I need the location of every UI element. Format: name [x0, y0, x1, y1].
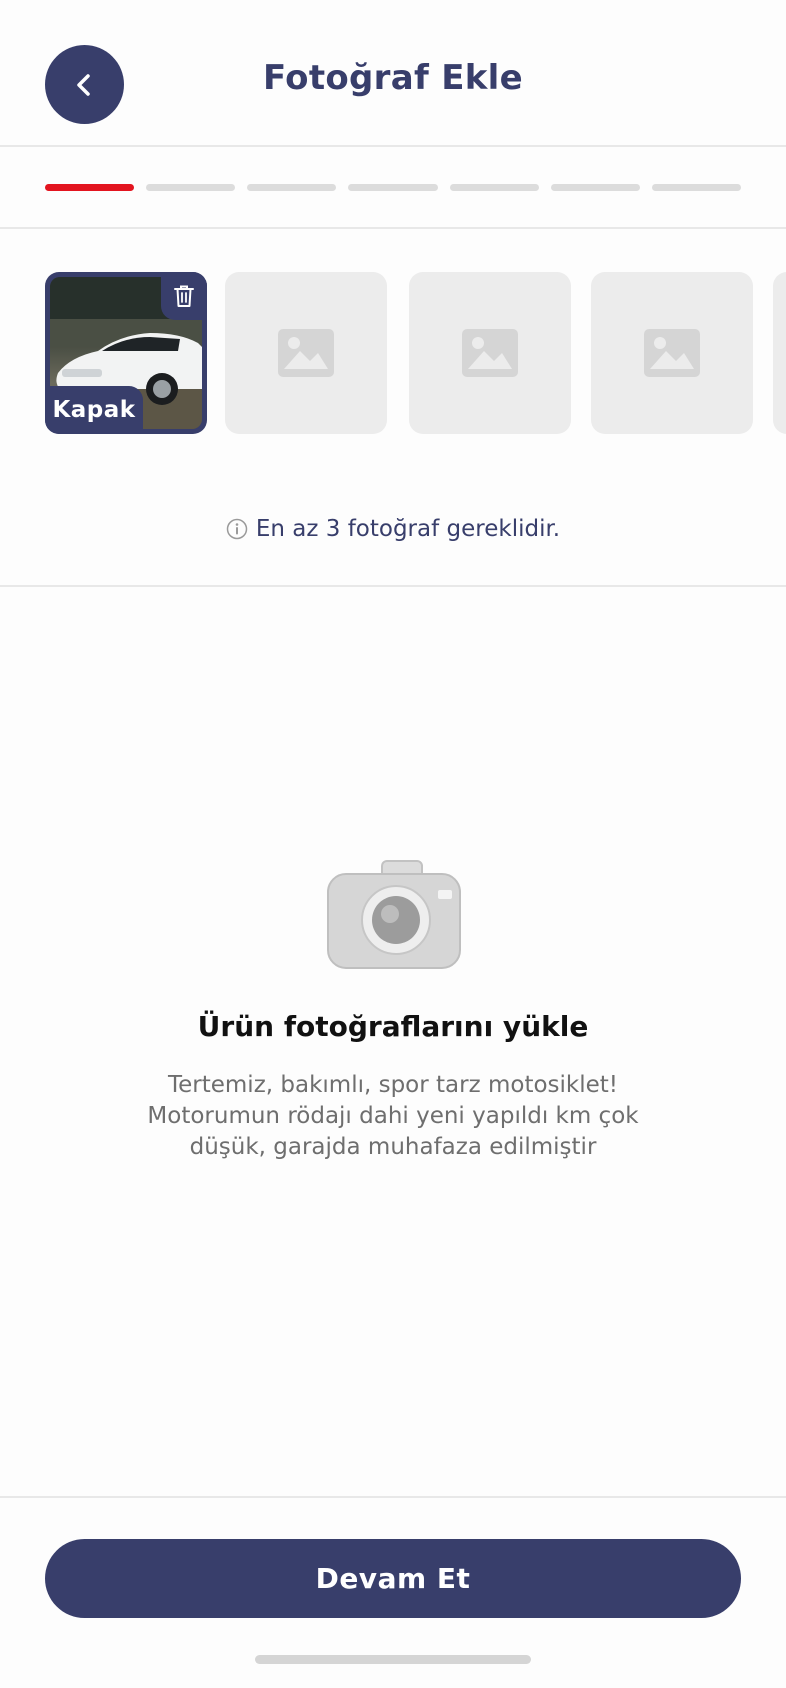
step-segment: [449, 184, 539, 191]
image-icon: [278, 329, 334, 377]
photo-slot-empty[interactable]: [225, 272, 387, 434]
step-progress: [45, 184, 741, 192]
requirement-note: En az 3 fotoğraf gereklidir.: [0, 516, 786, 542]
trash-icon: [174, 285, 194, 307]
requirement-text: En az 3 fotoğraf gereklidir.: [255, 516, 561, 542]
delete-photo-button[interactable]: [161, 272, 207, 320]
home-indicator: [255, 1655, 531, 1664]
step-segment: [45, 184, 135, 191]
footer-divider: [0, 1496, 786, 1498]
photo-strip[interactable]: Kapak: [45, 272, 786, 434]
step-segment: [247, 184, 337, 191]
header-divider: [0, 145, 786, 147]
photo-slot-empty[interactable]: [591, 272, 753, 434]
step-segment: [348, 184, 438, 191]
step-segment: [146, 184, 236, 191]
progress-divider: [0, 227, 786, 229]
image-icon: [644, 329, 700, 377]
step-segment: [550, 184, 640, 191]
camera-icon: [327, 860, 461, 969]
photo-slot-empty[interactable]: [409, 272, 571, 434]
empty-state-title: Ürün fotoğraflarını yükle: [197, 1010, 589, 1043]
info-icon: [226, 518, 248, 540]
page-title: Fotoğraf Ekle: [263, 58, 523, 98]
app-header: Fotoğraf Ekle: [0, 0, 786, 146]
image-icon: [462, 329, 518, 377]
empty-state-description: Tertemiz, bakımlı, spor tarz motosiklet!…: [147, 1072, 639, 1160]
photo-slot-cover[interactable]: Kapak: [45, 272, 207, 434]
continue-button[interactable]: Devam Et: [45, 1539, 741, 1618]
cover-badge: Kapak: [45, 386, 143, 434]
photo-slot-empty[interactable]: [773, 272, 786, 434]
step-segment: [651, 184, 741, 191]
section-divider: [0, 585, 786, 587]
